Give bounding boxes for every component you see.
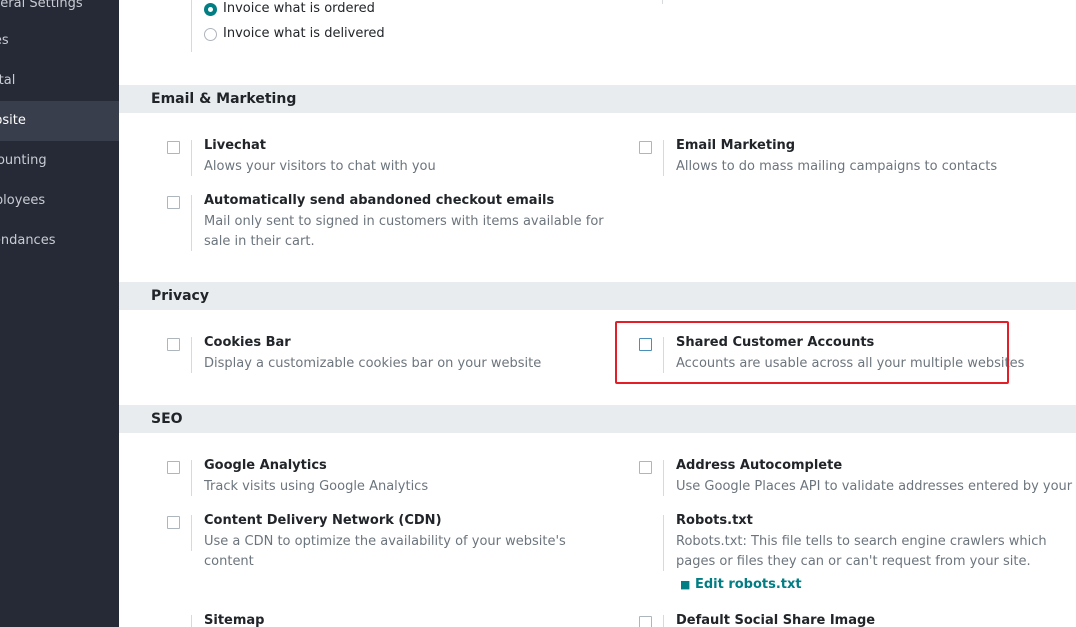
setting-title: Email Marketing (676, 138, 796, 153)
edit-robots-link[interactable]: ■ Edit robots.txt (680, 577, 802, 592)
abandoned-checkout-checkbox[interactable] (167, 196, 180, 209)
divider (663, 460, 664, 496)
google-analytics-checkbox[interactable] (167, 461, 180, 474)
setting-description: Allows to do mass mailing campaigns to c… (676, 159, 998, 174)
divider (663, 615, 664, 627)
setting-title: Cookies Bar (204, 335, 291, 350)
divider (191, 140, 192, 176)
divider (191, 195, 192, 251)
section-header-email-marketing: Email & Marketing (119, 85, 1076, 113)
livechat-checkbox[interactable] (167, 141, 180, 154)
divider (191, 337, 192, 373)
divider (191, 0, 192, 52)
sidebar-item-label: General Settings (0, 0, 83, 11)
sidebar-item-attendances[interactable]: Attendances (0, 221, 119, 261)
section-header-privacy: Privacy (119, 282, 1076, 310)
divider (663, 140, 664, 176)
robot-icon: ■ (680, 578, 691, 591)
settings-main: Invoice what is ordered Invoice what is … (119, 0, 1076, 627)
setting-title: Google Analytics (204, 458, 327, 473)
section-header-seo: SEO (119, 405, 1076, 433)
setting-description: Display a customizable cookies bar on yo… (204, 356, 542, 371)
setting-title: Content Delivery Network (CDN) (204, 513, 442, 528)
edit-robots-label: Edit robots.txt (694, 577, 802, 592)
setting-description: Robots.txt: This file tells to search en… (676, 534, 1047, 569)
sidebar-item-label: Website (0, 113, 26, 128)
divider (191, 515, 192, 551)
setting-description: Alows your visitors to chat with you (204, 159, 436, 174)
sidebar-item-label: Sales (0, 33, 9, 48)
sidebar-item-employees[interactable]: Employees (0, 181, 119, 221)
setting-description: Track visits using Google Analytics (204, 479, 429, 494)
setting-description: Use Google Places API to validate addres… (676, 479, 1076, 494)
sidebar-item-website[interactable]: Website (0, 101, 119, 141)
divider (663, 515, 664, 571)
radio-label: Invoice what is ordered (223, 1, 375, 16)
email-marketing-checkbox[interactable] (639, 141, 652, 154)
setting-description: Use a CDN to optimize the availability o… (204, 534, 566, 569)
sidebar-item-accounting[interactable]: Accounting (0, 141, 119, 181)
address-autocomplete-checkbox[interactable] (639, 461, 652, 474)
sidebar-item-sales[interactable]: Sales (0, 21, 119, 61)
radio-selected-icon[interactable] (204, 3, 217, 16)
section-title: SEO (151, 411, 183, 427)
social-share-checkbox[interactable] (639, 616, 652, 627)
sidebar-item-label: Employees (0, 193, 46, 208)
settings-sidebar: General Settings Sales Rental Website Ac… (0, 0, 119, 627)
setting-title: Livechat (204, 138, 266, 153)
sidebar-item-label: Rental (0, 73, 16, 88)
cookies-bar-checkbox[interactable] (167, 338, 180, 351)
section-title: Privacy (151, 288, 209, 304)
setting-title: Sitemap (204, 613, 265, 627)
sidebar-item-label: Attendances (0, 233, 56, 248)
radio-unselected-icon[interactable] (204, 28, 217, 41)
divider (662, 0, 663, 4)
sidebar-item-rental[interactable]: Rental (0, 61, 119, 101)
section-title: Email & Marketing (151, 91, 297, 107)
setting-title: Automatically send abandoned checkout em… (204, 193, 555, 208)
highlight-box (615, 321, 1009, 384)
divider (191, 615, 192, 627)
setting-title: Robots.txt (676, 513, 753, 528)
setting-title: Default Social Share Image (676, 613, 876, 627)
sidebar-item-label: Accounting (0, 153, 47, 168)
cdn-checkbox[interactable] (167, 516, 180, 529)
setting-description: Mail only sent to signed in customers wi… (204, 214, 604, 249)
divider (191, 460, 192, 496)
setting-title: Address Autocomplete (676, 458, 843, 473)
radio-label: Invoice what is delivered (223, 26, 385, 41)
